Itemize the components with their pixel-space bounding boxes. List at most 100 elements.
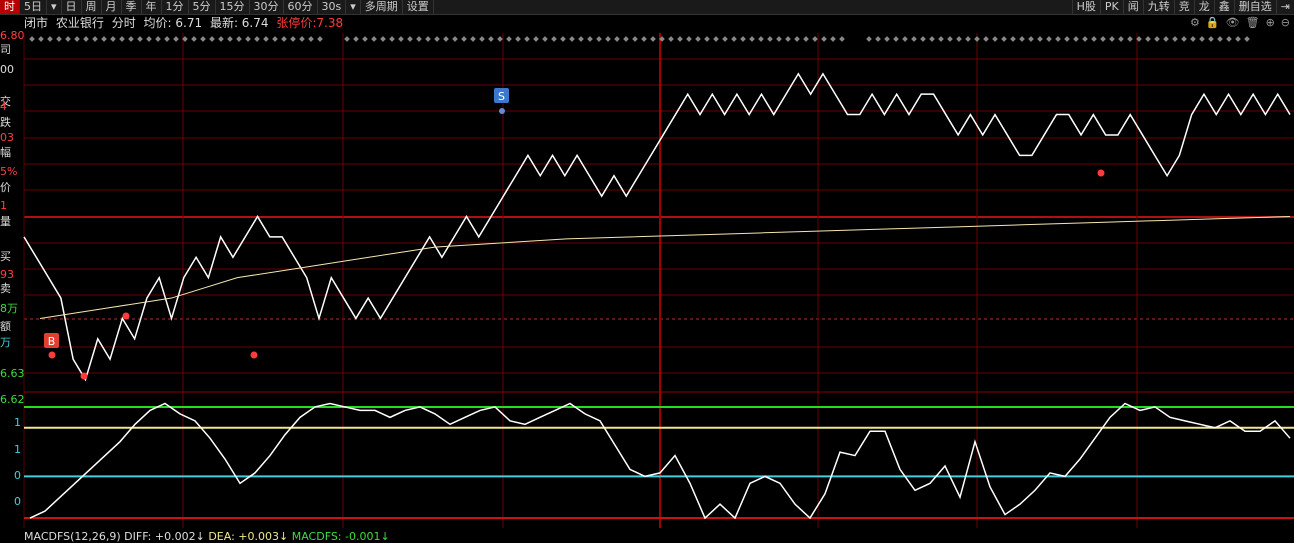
event-marker <box>956 36 962 42</box>
event-marker <box>749 36 755 42</box>
event-marker <box>65 36 71 42</box>
event-marker <box>902 36 908 42</box>
trade-point <box>48 351 56 359</box>
event-marker <box>1010 36 1016 42</box>
sell-point <box>499 108 505 114</box>
event-marker <box>407 36 413 42</box>
event-marker <box>1028 36 1034 42</box>
event-marker <box>812 36 818 42</box>
event-marker <box>272 36 278 42</box>
event-marker <box>227 36 233 42</box>
event-marker <box>650 36 656 42</box>
event-marker <box>128 36 134 42</box>
event-marker <box>551 36 557 42</box>
event-marker <box>839 36 845 42</box>
event-marker <box>290 36 296 42</box>
event-marker <box>623 36 629 42</box>
event-marker <box>263 36 269 42</box>
indicator-diff: DIFF: +0.002↓ <box>124 530 205 543</box>
intraday-chart[interactable]: B S 1 1 0 0 <box>0 0 1294 543</box>
event-marker <box>1181 36 1187 42</box>
event-marker <box>155 36 161 42</box>
event-marker <box>299 36 305 42</box>
event-marker <box>992 36 998 42</box>
event-marker <box>353 36 359 42</box>
indicator-readout: MACDFS(12,26,9) DIFF: +0.002↓ DEA: +0.00… <box>24 530 390 543</box>
macd-axis-label: 0 <box>14 469 21 482</box>
event-marker <box>164 36 170 42</box>
event-marker <box>56 36 62 42</box>
event-marker <box>425 36 431 42</box>
event-marker <box>461 36 467 42</box>
event-marker <box>974 36 980 42</box>
event-marker <box>1019 36 1025 42</box>
event-marker <box>1145 36 1151 42</box>
event-marker <box>668 36 674 42</box>
event-marker <box>452 36 458 42</box>
event-marker <box>101 36 107 42</box>
event-marker <box>110 36 116 42</box>
event-marker <box>542 36 548 42</box>
event-marker <box>434 36 440 42</box>
event-marker <box>704 36 710 42</box>
event-marker <box>1064 36 1070 42</box>
event-marker <box>506 36 512 42</box>
event-marker <box>920 36 926 42</box>
event-marker <box>524 36 530 42</box>
event-marker <box>695 36 701 42</box>
event-marker <box>560 36 566 42</box>
trade-point <box>250 351 258 359</box>
event-marker <box>1127 36 1133 42</box>
event-marker <box>1118 36 1124 42</box>
event-marker <box>1208 36 1214 42</box>
event-marker <box>569 36 575 42</box>
trade-point <box>122 312 130 320</box>
event-marker <box>1235 36 1241 42</box>
event-marker <box>578 36 584 42</box>
buy-marker-label: B <box>48 335 56 348</box>
event-marker <box>254 36 260 42</box>
event-marker <box>1091 36 1097 42</box>
event-marker <box>1244 36 1250 42</box>
event-marker <box>866 36 872 42</box>
event-marker <box>605 36 611 42</box>
event-marker <box>515 36 521 42</box>
indicator-name[interactable]: MACDFS(12,26,9) <box>24 530 121 543</box>
event-marker <box>821 36 827 42</box>
event-marker <box>1217 36 1223 42</box>
macd-axis-label: 1 <box>14 443 21 456</box>
event-marker <box>443 36 449 42</box>
event-marker <box>389 36 395 42</box>
trade-point <box>80 372 88 380</box>
event-marker <box>911 36 917 42</box>
event-marker <box>362 36 368 42</box>
event-marker <box>317 36 323 42</box>
event-marker <box>938 36 944 42</box>
event-marker <box>1001 36 1007 42</box>
event-marker <box>1109 36 1115 42</box>
sell-marker-label: S <box>498 90 505 103</box>
event-marker <box>470 36 476 42</box>
event-marker <box>947 36 953 42</box>
event-marker <box>686 36 692 42</box>
trade-point <box>1097 169 1105 177</box>
average-line <box>39 216 1291 319</box>
event-marker <box>758 36 764 42</box>
event-marker <box>587 36 593 42</box>
macd-axis-label: 1 <box>14 416 21 429</box>
event-marker <box>893 36 899 42</box>
event-marker <box>677 36 683 42</box>
price-line <box>23 72 1291 382</box>
event-marker <box>767 36 773 42</box>
event-marker <box>191 36 197 42</box>
macd-axis-label: 0 <box>14 495 21 508</box>
event-marker <box>1172 36 1178 42</box>
event-marker <box>479 36 485 42</box>
event-marker <box>497 36 503 42</box>
event-marker <box>119 36 125 42</box>
event-marker <box>965 36 971 42</box>
event-marker <box>47 36 53 42</box>
event-marker <box>794 36 800 42</box>
event-marker <box>713 36 719 42</box>
event-marker <box>1073 36 1079 42</box>
